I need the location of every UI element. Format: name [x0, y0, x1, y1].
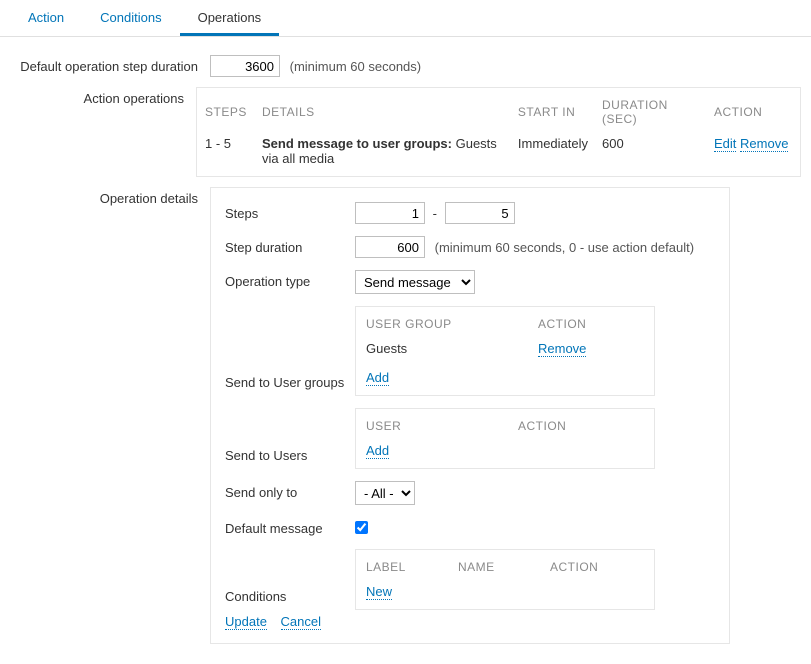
operation-details-box: Steps - Step duration (minimum 60 second… [210, 187, 730, 644]
col-start-in: START IN [512, 90, 594, 130]
edit-link[interactable]: Edit [714, 136, 736, 152]
col-duration: DURATION (SEC) [596, 90, 706, 130]
table-row: Guests Remove [358, 337, 652, 364]
tab-operations[interactable]: Operations [180, 0, 280, 36]
cell-steps: 1 - 5 [199, 132, 254, 174]
default-message-checkbox[interactable] [355, 521, 368, 534]
user-add-link[interactable]: Add [366, 443, 389, 459]
details-bold: Send message to user groups: [262, 136, 452, 151]
send-only-to-select[interactable]: - All - [355, 481, 415, 505]
col-user: USER [358, 411, 508, 437]
cell-start-in: Immediately [512, 132, 594, 174]
col-ug-action: ACTION [530, 309, 652, 335]
col-details: DETAILS [256, 90, 510, 130]
table-row: 1 - 5 Send message to user groups: Guest… [199, 132, 798, 174]
operation-details-label: Operation details [10, 187, 210, 206]
col-cond-action: ACTION [542, 552, 652, 578]
conditions-table: LABEL NAME ACTION New [355, 549, 655, 610]
cell-details: Send message to user groups: Guests via … [256, 132, 510, 174]
action-operations-table: STEPS DETAILS START IN DURATION (SEC) AC… [196, 87, 801, 177]
steps-from-input[interactable] [355, 202, 425, 224]
cancel-button[interactable]: Cancel [281, 614, 321, 630]
col-steps: STEPS [199, 90, 254, 130]
steps-to-input[interactable] [445, 202, 515, 224]
condition-new-link[interactable]: New [366, 584, 392, 600]
operation-type-label: Operation type [225, 270, 355, 289]
steps-label: Steps [225, 202, 355, 221]
send-to-user-groups-label: Send to User groups [225, 371, 355, 396]
col-cond-label: LABEL [358, 552, 448, 578]
remove-link[interactable]: Remove [740, 136, 788, 152]
default-step-duration-hint: (minimum 60 seconds) [290, 59, 422, 74]
default-step-duration-input[interactable] [210, 55, 280, 77]
col-user-action: ACTION [510, 411, 652, 437]
conditions-label: Conditions [225, 585, 355, 610]
user-group-remove-link[interactable]: Remove [538, 341, 586, 357]
cell-duration: 600 [596, 132, 706, 174]
step-duration-label: Step duration [225, 236, 355, 255]
dash: - [433, 206, 437, 221]
users-table: USER ACTION Add [355, 408, 655, 469]
col-action: ACTION [708, 90, 798, 130]
action-operations-label: Action operations [10, 87, 196, 106]
send-only-to-label: Send only to [225, 481, 355, 500]
form-area: Default operation step duration (minimum… [0, 37, 811, 664]
send-to-users-label: Send to Users [225, 444, 355, 469]
update-button[interactable]: Update [225, 614, 267, 630]
tabs: Action Conditions Operations [0, 0, 811, 37]
col-cond-name: NAME [450, 552, 540, 578]
user-group-add-link[interactable]: Add [366, 370, 389, 386]
default-step-duration-label: Default operation step duration [10, 55, 210, 74]
operation-type-select[interactable]: Send message [355, 270, 475, 294]
step-duration-hint: (minimum 60 seconds, 0 - use action defa… [435, 240, 694, 255]
user-groups-table: USER GROUP ACTION Guests Remove Add [355, 306, 655, 396]
cell-user-group: Guests [358, 337, 528, 364]
tab-conditions[interactable]: Conditions [82, 0, 179, 36]
step-duration-input[interactable] [355, 236, 425, 258]
default-message-label: Default message [225, 517, 355, 536]
tab-action[interactable]: Action [10, 0, 82, 36]
col-user-group: USER GROUP [358, 309, 528, 335]
